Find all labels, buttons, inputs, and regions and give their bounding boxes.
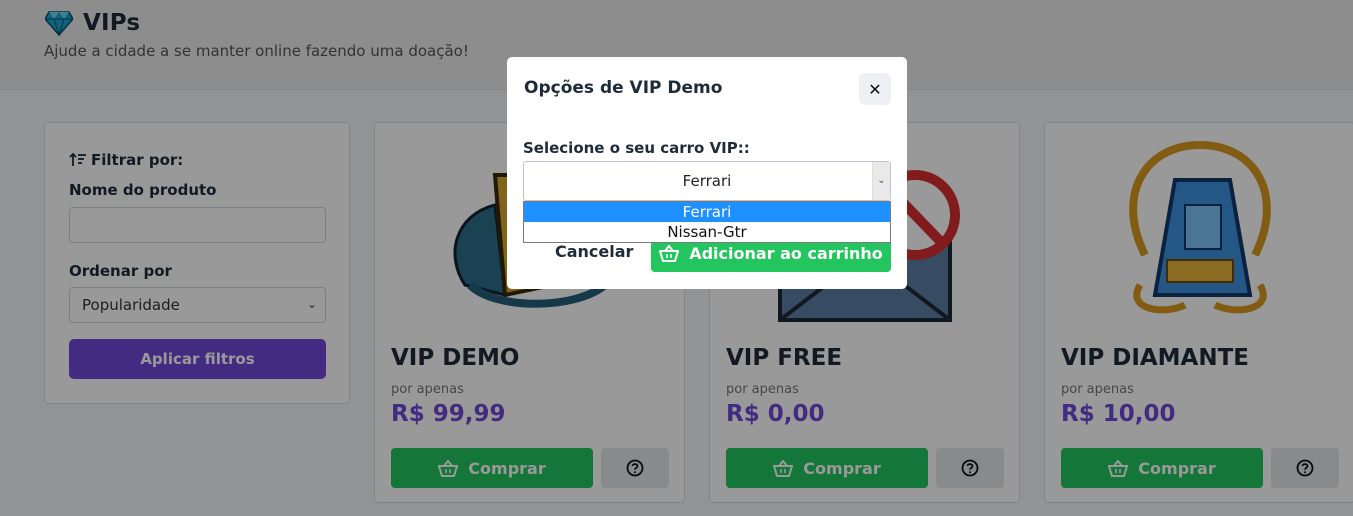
- car-select[interactable]: Ferrari ⌄: [523, 161, 891, 201]
- cancel-button[interactable]: Cancelar: [555, 242, 633, 261]
- modal-title: Opções de VIP Demo: [524, 78, 723, 98]
- car-select-label: Selecione o seu carro VIP::: [523, 139, 750, 157]
- car-dropdown-list: Ferrari Nissan-Gtr: [523, 201, 891, 243]
- add-to-cart-label: Adicionar ao carrinho: [689, 243, 883, 263]
- vip-options-modal: Opções de VIP Demo ✕ Selecione o seu car…: [507, 57, 907, 289]
- close-icon: ✕: [868, 79, 882, 99]
- car-option-nissan-gtr[interactable]: Nissan-Gtr: [524, 222, 890, 242]
- close-button[interactable]: ✕: [859, 73, 891, 105]
- basket-icon: [659, 244, 680, 262]
- car-select-value: Ferrari: [682, 172, 732, 190]
- chevron-down-icon: ⌄: [872, 162, 890, 200]
- car-option-ferrari[interactable]: Ferrari: [524, 202, 890, 222]
